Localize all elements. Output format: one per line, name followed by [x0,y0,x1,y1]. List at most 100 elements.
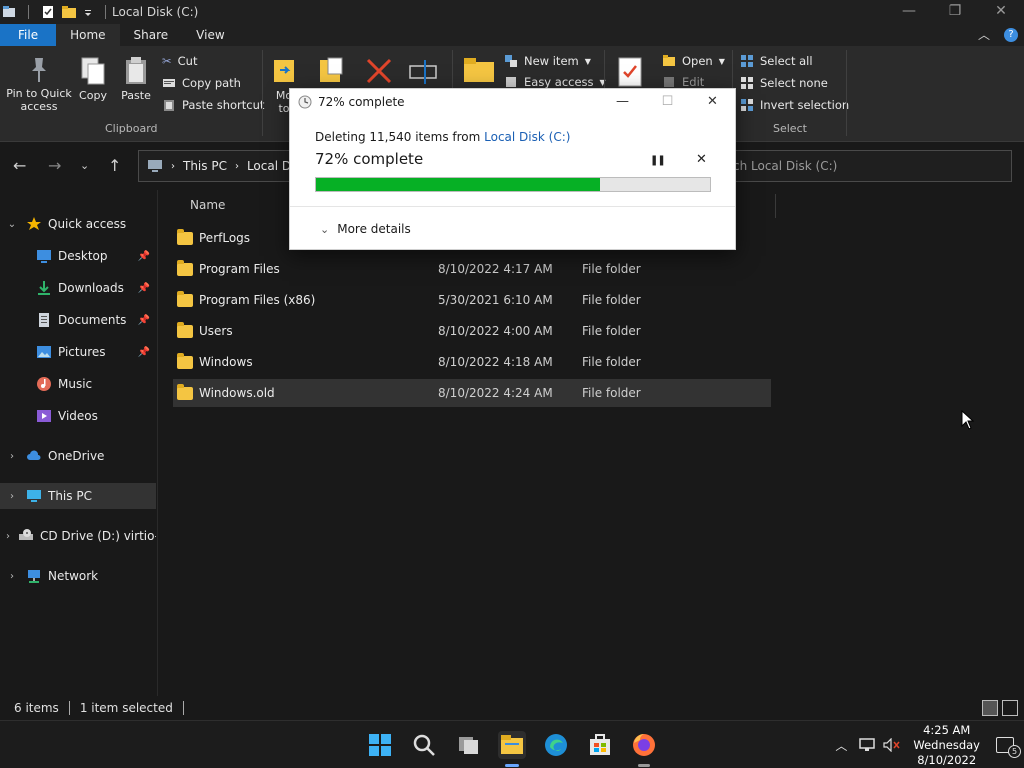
chevron-right-icon[interactable]: › [6,571,18,582]
select-all-button[interactable]: Select all [740,54,813,68]
new-folder-icon[interactable] [61,5,77,19]
back-icon[interactable]: ← [13,156,26,175]
file-row[interactable]: Users 8/10/2022 4:00 AM File folder [173,317,771,345]
firefox-icon [633,733,655,756]
firefox-taskbar-button[interactable] [630,731,658,767]
task-view-icon[interactable] [455,731,483,759]
copy-to-icon[interactable] [318,56,346,86]
chevron-right-icon[interactable]: › [6,451,18,462]
pin-to-quick-access-button[interactable]: Pin to Quick access [6,56,72,113]
pin-icon[interactable]: 📌 [138,315,150,326]
rename-icon[interactable] [408,58,440,86]
column-header-name[interactable]: Name [190,198,225,212]
tab-share[interactable]: Share [120,24,183,46]
nav-music[interactable]: Music [0,371,156,397]
delete-progress-dialog: 72% complete — ☐ ✕ Deleting 11,540 items… [289,88,736,250]
maximize-icon[interactable]: ❐ [932,0,978,24]
delete-icon[interactable] [364,56,394,86]
copy-path-button[interactable]: Copy path [162,76,241,90]
open-button[interactable]: Open ▼ [662,54,725,68]
download-icon [38,281,50,295]
select-none-button[interactable]: Select none [740,76,828,90]
toolbar-divider [105,5,106,19]
paste-shortcut-button[interactable]: Paste shortcut [162,98,264,112]
network-tray-icon[interactable] [859,738,876,752]
folder-icon [177,259,193,276]
notification-icon[interactable]: 5 [996,737,1021,758]
nav-videos[interactable]: Videos [0,403,156,429]
nav-documents[interactable]: Documents 📌 [0,307,156,333]
edge-icon[interactable] [542,731,570,759]
nav-pictures[interactable]: Pictures 📌 [0,339,156,365]
properties-large-icon[interactable] [616,56,644,88]
search-input[interactable]: ch Local Disk (C:) [716,150,1012,182]
paste-icon [126,57,146,84]
file-row[interactable]: Windows 8/10/2022 4:18 AM File folder [173,348,771,376]
volume-muted-icon[interactable] [883,738,901,752]
edit-button[interactable]: Edit [662,76,704,88]
paste-button[interactable]: Paste [118,56,154,102]
up-icon[interactable]: ↑ [108,156,121,175]
tab-view[interactable]: View [182,24,238,46]
pin-icon[interactable]: 📌 [138,347,150,358]
cut-button[interactable]: ✂ Cut [162,54,197,68]
file-explorer-taskbar-button[interactable] [498,731,526,767]
minimize-icon[interactable]: — [886,0,932,24]
taskbar: ︿ 4:25 AM Wednesday 8/10/2022 5 [0,720,1024,768]
file-row-selected[interactable]: Windows.old 8/10/2022 4:24 AM File folde… [173,379,771,407]
help-icon[interactable]: ? [1004,28,1018,42]
nav-this-pc[interactable]: › This PC [0,483,156,509]
invert-selection-button[interactable]: Invert selection [740,98,849,112]
file-row[interactable]: Program Files 8/10/2022 4:17 AM File fol… [173,255,771,283]
properties-icon[interactable] [41,5,55,19]
chevron-right-icon[interactable]: › [6,531,10,542]
tab-file[interactable]: File [0,24,57,46]
minimize-icon[interactable]: — [600,89,645,115]
chevron-up-icon[interactable]: ︿ [835,737,847,754]
file-name: Windows.old [199,386,275,400]
maximize-icon[interactable]: ☐ [645,89,690,115]
nav-onedrive[interactable]: › OneDrive [0,443,156,469]
customize-toolbar-icon[interactable] [83,5,93,19]
more-details-button[interactable]: ⌄ More details [320,222,411,236]
move-to-icon [274,60,294,82]
close-icon[interactable]: ✕ [690,89,735,115]
nav-label: Downloads [58,281,124,295]
nav-quick-access[interactable]: ⌄ Quick access [0,211,156,237]
pin-icon[interactable]: 📌 [138,283,150,294]
chevron-right-icon[interactable]: › [6,491,18,502]
source-location-link[interactable]: Local Disk (C:) [484,130,570,144]
chevron-down-icon[interactable]: ⌄ [6,219,18,230]
nav-desktop[interactable]: Desktop 📌 [0,243,156,269]
new-folder-large-icon[interactable] [462,56,496,84]
start-icon[interactable] [366,731,394,759]
copy-button[interactable]: Copy [76,56,110,102]
forward-icon[interactable]: → [48,156,61,175]
nav-cd-drive[interactable]: › CD Drive (D:) virtio-w [0,523,156,549]
nav-downloads[interactable]: Downloads 📌 [0,275,156,301]
details-view-icon[interactable] [982,700,998,716]
breadcrumb-this-pc[interactable]: This PC [183,159,227,173]
tab-home[interactable]: Home [56,24,120,46]
pause-button[interactable]: ❚❚ [650,155,666,166]
column-divider[interactable] [775,194,776,218]
dialog-title: 72% complete [318,95,405,109]
window-controls: — ❐ ✕ [886,0,1024,24]
file-row[interactable]: Program Files (x86) 5/30/2021 6:10 AM Fi… [173,286,771,314]
select-none-label: Select none [760,76,828,90]
pin-icon[interactable]: 📌 [138,251,150,262]
music-icon [37,377,51,391]
recent-locations-icon[interactable]: ⌄ [80,159,89,172]
app-icon[interactable] [2,5,16,19]
progress-fill [316,178,600,191]
chevron-up-icon[interactable]: ︿ [978,24,990,46]
easy-access-button[interactable]: Easy access ▼ [504,76,606,88]
large-icons-view-icon[interactable] [1002,700,1018,716]
close-icon[interactable]: ✕ [978,0,1024,24]
search-icon[interactable] [410,731,438,759]
new-item-button[interactable]: New item ▼ [504,54,591,68]
store-icon[interactable] [586,731,614,759]
taskbar-clock[interactable]: 4:25 AM Wednesday 8/10/2022 [913,723,980,768]
cancel-operation-button[interactable]: ✕ [696,152,707,167]
nav-network[interactable]: › Network [0,563,156,589]
